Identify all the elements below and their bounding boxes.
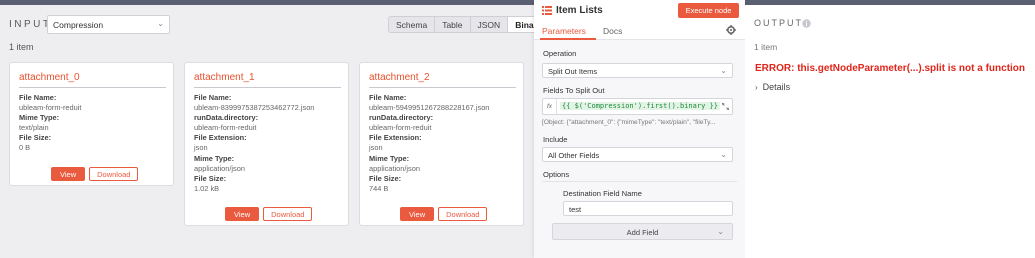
field-label: File Size: [194, 173, 227, 183]
operation-label: Operation [543, 49, 577, 58]
card-divider [194, 87, 341, 88]
view-button[interactable]: View [51, 167, 86, 181]
details-toggle[interactable]: › Details [755, 82, 790, 92]
field-value: json [194, 143, 208, 153]
view-mode-tabs: Schema Table JSON Binary [388, 16, 550, 33]
chevron-down-icon: ⌄ [157, 19, 164, 28]
input-node-select[interactable]: Compression ⌄ [47, 15, 170, 34]
field-value: ubleam-form-reduit [369, 123, 432, 133]
field-value: ubleam-8399975387253462772.json [194, 103, 315, 113]
tab-json[interactable]: JSON [471, 17, 509, 32]
output-panel: OUTPUT 1 item ERROR: this.getNodeParamet… [745, 5, 1035, 258]
fields-to-split-label: Fields To Split Out [543, 86, 605, 95]
field-label: Mime Type: [194, 153, 235, 163]
tab-table[interactable]: Table [435, 17, 471, 32]
expression-text: {{ $('Compression').first().binary }} [560, 102, 720, 110]
chevron-down-icon: ⌄ [717, 227, 724, 236]
include-select[interactable]: All Other Fields ⌄ [542, 147, 733, 162]
card-buttons: View Download [400, 207, 488, 221]
card-title: attachment_0 [19, 72, 80, 83]
download-button[interactable]: Download [89, 167, 139, 181]
output-item-count: 1 item [754, 42, 778, 52]
field-label: runData.directory: [194, 113, 259, 123]
info-icon[interactable] [802, 19, 811, 28]
operation-select-value: Split Out Items [548, 67, 598, 76]
error-message: ERROR: this.getNodeParameter(...).split … [755, 63, 1026, 74]
card-divider [369, 87, 516, 88]
destination-field-input[interactable]: test [563, 201, 733, 216]
fx-icon: fx [543, 99, 557, 114]
destination-field-value: test [569, 205, 582, 214]
output-panel-label: OUTPUT [754, 18, 803, 28]
chevron-right-icon: › [755, 83, 758, 92]
field-value: ubleam-form-reduit [194, 123, 257, 133]
field-value: 1.02 kB [194, 183, 220, 193]
chevron-down-icon: ⌄ [720, 150, 727, 159]
field-label: File Name: [369, 93, 407, 102]
field-value: application/json [194, 163, 245, 173]
fields-to-split-expression-input[interactable]: fx {{ $('Compression').first().binary }} [542, 98, 733, 115]
view-button[interactable]: View [400, 207, 435, 221]
field-label: Mime Type: [369, 153, 410, 163]
view-button[interactable]: View [225, 207, 260, 221]
node-header: Item Lists Execute node [534, 0, 745, 22]
include-label: Include [543, 135, 568, 144]
card-fields: File Name: ubleam-form-reduit Mime Type:… [19, 93, 81, 154]
options-label: Options [543, 170, 570, 179]
field-value: 0 B [19, 143, 31, 153]
field-label: runData.directory: [369, 113, 434, 123]
field-label: File Extension: [369, 133, 422, 143]
node-tabs: Parameters Docs [534, 22, 745, 40]
field-label: Mime Type: [19, 113, 60, 123]
node-title: Item Lists [556, 5, 603, 16]
field-label: File Name: [19, 93, 57, 102]
binary-card-attachment-0: attachment_0 File Name: ubleam-form-redu… [9, 62, 174, 186]
field-value: json [369, 143, 383, 153]
field-label: File Extension: [194, 133, 247, 143]
tab-docs[interactable]: Docs [603, 26, 622, 36]
add-field-label: Add Field [626, 228, 659, 237]
chevron-down-icon: ⌄ [720, 66, 727, 75]
card-buttons: View Download [51, 167, 139, 181]
execute-node-button[interactable]: Execute node [678, 3, 739, 18]
operation-select[interactable]: Split Out Items ⌄ [542, 63, 733, 78]
gear-icon[interactable] [726, 25, 736, 35]
parameters-body: Operation Split Out Items ⌄ Fields To Sp… [534, 40, 745, 258]
field-label: File Size: [19, 133, 52, 143]
card-buttons: View Download [225, 207, 313, 221]
field-value: ubleam-form-reduit [19, 103, 82, 113]
card-fields: File Name: ubleam-8399975387253462772.js… [194, 93, 314, 194]
input-panel: INPUT Compression ⌄ Schema Table JSON Bi… [0, 5, 550, 258]
download-button[interactable]: Download [263, 207, 313, 221]
field-value: application/json [369, 163, 420, 173]
field-label: File Name: [194, 93, 232, 102]
card-fields: File Name: ubleam-5949951267288228167.js… [369, 93, 489, 194]
include-select-value: All Other Fields [548, 151, 600, 160]
download-button[interactable]: Download [438, 207, 488, 221]
expand-icon[interactable] [722, 103, 729, 110]
tab-parameters[interactable]: Parameters [542, 26, 586, 36]
tab-schema[interactable]: Schema [389, 17, 436, 32]
node-panel: Item Lists Execute node Parameters Docs … [534, 0, 745, 258]
field-label: File Size: [369, 173, 402, 183]
expression-preview: [Object: {"attachment_0": {"mimeType": "… [542, 119, 716, 126]
add-field-button[interactable]: Add Field ⌄ [552, 223, 733, 240]
destination-field-label: Destination Field Name [563, 189, 642, 198]
field-value: ubleam-5949951267288228167.json [369, 103, 490, 113]
card-divider [19, 87, 166, 88]
input-panel-label: INPUT [9, 19, 52, 30]
binary-card-attachment-2: attachment_2 File Name: ubleam-594995126… [359, 62, 524, 226]
field-value: text/plain [19, 123, 49, 133]
input-node-select-value: Compression [53, 20, 104, 30]
input-item-count: 1 item [9, 42, 34, 52]
card-title: attachment_2 [369, 72, 430, 83]
options-divider [542, 181, 737, 182]
details-label: Details [762, 82, 791, 92]
card-title: attachment_1 [194, 72, 255, 83]
field-value: 744 B [369, 183, 389, 193]
list-icon [542, 6, 552, 15]
binary-card-attachment-1: attachment_1 File Name: ubleam-839997538… [184, 62, 349, 226]
